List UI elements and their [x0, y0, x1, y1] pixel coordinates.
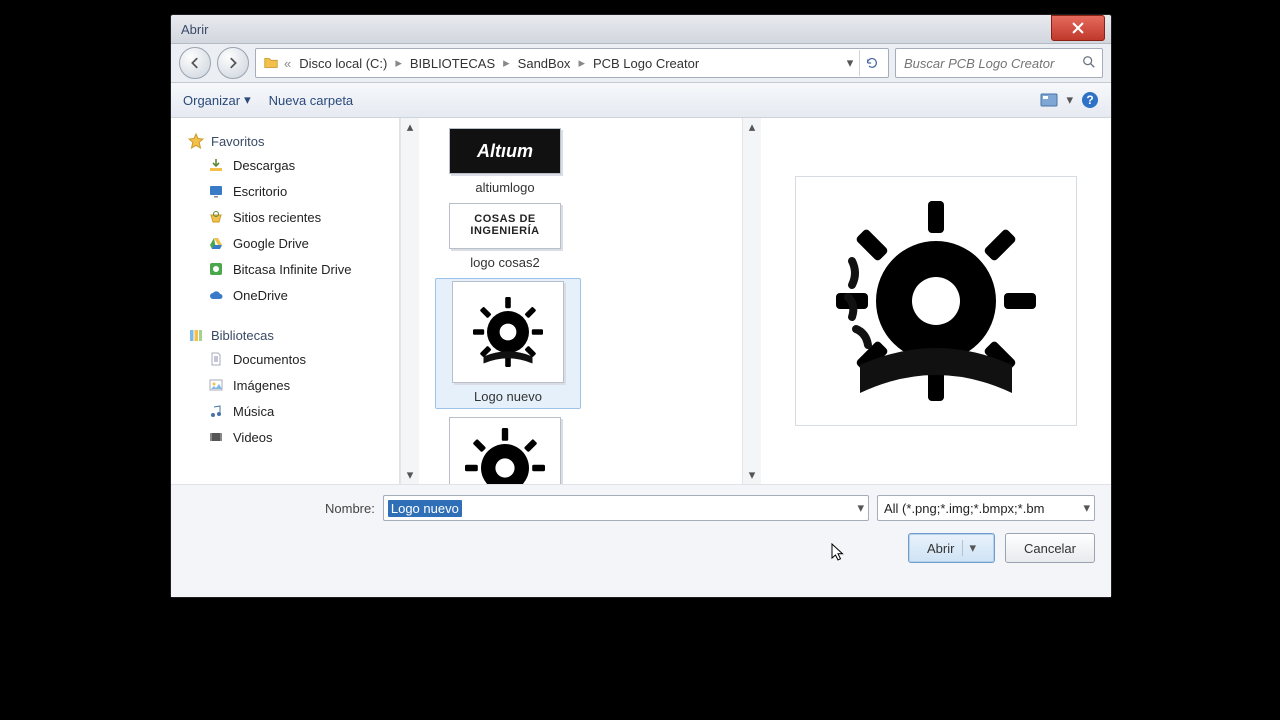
file-list[interactable]: Altıum altiumlogo COSAS DEINGENIERÍA log…: [419, 118, 742, 484]
sidebar-item-documents[interactable]: Documentos: [181, 346, 395, 372]
sidebar-item-bitcasa[interactable]: Bitcasa Infinite Drive: [181, 256, 395, 282]
filetype-value: All (*.png;*.img;*.bmpx;*.bm: [884, 501, 1044, 516]
forward-button[interactable]: [217, 47, 249, 79]
filetype-select[interactable]: All (*.png;*.img;*.bmpx;*.bm ▾: [877, 495, 1095, 521]
chevron-right-icon[interactable]: ▸: [576, 55, 587, 71]
scroll-down-icon[interactable]: ▾: [743, 466, 761, 484]
back-button[interactable]: [179, 47, 211, 79]
close-button[interactable]: [1051, 15, 1105, 41]
file-item[interactable]: COSAS DEINGENIERÍA logo cosas2: [435, 203, 575, 270]
sidebar-item-images[interactable]: Imágenes: [181, 372, 395, 398]
breadcrumb[interactable]: SandBox: [512, 56, 577, 71]
open-button[interactable]: Abrir▾: [908, 533, 995, 563]
scroll-up-icon[interactable]: ▴: [743, 118, 761, 136]
arrow-left-icon: [188, 56, 202, 70]
breadcrumb[interactable]: BIBLIOTECAS: [404, 56, 501, 71]
new-folder-button[interactable]: Nueva carpeta: [269, 93, 354, 108]
sidebar-item-videos[interactable]: Videos: [181, 424, 395, 450]
help-button[interactable]: ?: [1081, 91, 1099, 109]
cancel-button[interactable]: Cancelar: [1005, 533, 1095, 563]
filename-value: Logo nuevo: [388, 500, 462, 517]
arrow-right-icon: [226, 56, 240, 70]
window-title: Abrir: [181, 22, 208, 37]
refresh-icon: [865, 56, 879, 70]
title-bar[interactable]: Abrir: [171, 15, 1111, 44]
address-dropdown[interactable]: ▾: [841, 52, 859, 74]
list-scrollbar[interactable]: ▴▾: [742, 118, 761, 484]
breadcrumb[interactable]: PCB Logo Creator: [587, 56, 705, 71]
sidebar-item-gdrive[interactable]: Google Drive: [181, 230, 395, 256]
recent-icon: [207, 208, 225, 226]
file-label: Logo nuevo: [474, 389, 542, 404]
view-button[interactable]: [1040, 91, 1058, 109]
music-icon: [207, 402, 225, 420]
search-icon: [1082, 55, 1096, 72]
file-label: altiumlogo: [475, 180, 534, 195]
chevron-down-icon: ▾: [244, 92, 251, 108]
footer: Nombre: Logo nuevo ▾ All (*.png;*.img;*.…: [171, 484, 1111, 597]
gdrive-icon: [207, 234, 225, 252]
download-icon: [207, 156, 225, 174]
sidebar-favorites-header[interactable]: Favoritos: [187, 132, 395, 150]
scroll-up-icon[interactable]: ▴: [401, 118, 419, 136]
libraries-icon: [187, 326, 205, 344]
folder-icon: [262, 54, 280, 72]
chevron-down-icon[interactable]: ▾: [857, 500, 864, 516]
chevron-right-icon[interactable]: ▸: [393, 55, 404, 71]
sidebar-scrollbar[interactable]: ▴▾: [400, 118, 419, 484]
breadcrumb[interactable]: Disco local (C:): [293, 56, 393, 71]
thumbnail: COSAS DEINGENIERÍA: [449, 203, 561, 249]
organize-menu[interactable]: Organizar ▾: [183, 92, 251, 108]
chevron-down-icon[interactable]: ▾: [962, 540, 976, 556]
chevron-down-icon[interactable]: ▾: [1083, 500, 1090, 516]
bitcasa-icon: [207, 260, 225, 278]
filename-input[interactable]: Logo nuevo ▾: [383, 495, 869, 521]
file-item[interactable]: logocosas3: [435, 417, 575, 484]
svg-text:?: ?: [1086, 93, 1093, 107]
view-dropdown[interactable]: ▾: [1066, 92, 1073, 108]
sidebar-item-music[interactable]: Música: [181, 398, 395, 424]
thumbnail: Altıum: [449, 128, 561, 174]
close-icon: [1071, 21, 1085, 35]
sidebar-item-downloads[interactable]: Descargas: [181, 152, 395, 178]
scroll-down-icon[interactable]: ▾: [401, 466, 419, 484]
desktop-icon: [207, 182, 225, 200]
file-item-selected[interactable]: Logo nuevo: [435, 278, 581, 409]
toolbar: Organizar ▾ Nueva carpeta ▾ ?: [171, 83, 1111, 118]
image-icon: [207, 376, 225, 394]
sidebar-item-desktop[interactable]: Escritorio: [181, 178, 395, 204]
filename-label: Nombre:: [325, 501, 375, 516]
chevron-icon: «: [282, 56, 293, 71]
search-input[interactable]: [902, 55, 1096, 72]
search-box[interactable]: [895, 48, 1103, 78]
refresh-button[interactable]: [859, 50, 884, 76]
file-label: logo cosas2: [470, 255, 539, 270]
star-icon: [187, 132, 205, 150]
sidebar-item-onedrive[interactable]: OneDrive: [181, 282, 395, 308]
sidebar-item-recent[interactable]: Sitios recientes: [181, 204, 395, 230]
cloud-icon: [207, 286, 225, 304]
file-item[interactable]: Altıum altiumlogo: [435, 128, 575, 195]
thumbnail: [449, 417, 561, 484]
address-bar[interactable]: « Disco local (C:) ▸ BIBLIOTECAS ▸ SandB…: [255, 48, 889, 78]
nav-row: « Disco local (C:) ▸ BIBLIOTECAS ▸ SandB…: [171, 44, 1111, 83]
open-file-dialog: Abrir « Disco local (C:) ▸ BIBLIOTECAS ▸…: [170, 14, 1112, 598]
video-icon: [207, 428, 225, 446]
preview-image: [795, 176, 1077, 426]
chevron-right-icon[interactable]: ▸: [501, 55, 512, 71]
sidebar: Favoritos Descargas Escritorio Sitios re…: [171, 118, 400, 484]
thumbnail: [452, 281, 564, 383]
document-icon: [207, 350, 225, 368]
sidebar-libraries-header[interactable]: Bibliotecas: [187, 326, 395, 344]
preview-pane: [761, 118, 1111, 484]
